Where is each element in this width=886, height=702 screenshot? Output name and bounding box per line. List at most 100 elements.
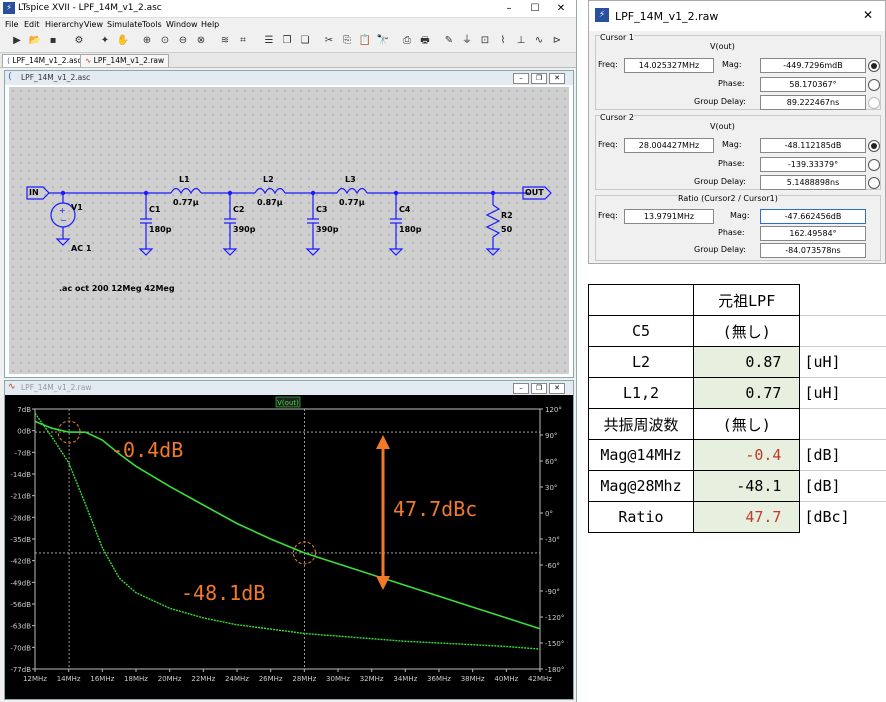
y-tick-label: -7dB <box>15 449 31 457</box>
schematic-canvas[interactable]: + − IN OUT V1 AC 1 L1 0.77μ L2 0.87μ L3 … <box>9 87 569 374</box>
l2-value[interactable]: 0.87μ <box>257 198 283 207</box>
row-value-resonance: (無し) <box>692 408 801 440</box>
cursor2-phase-radio[interactable] <box>868 159 880 171</box>
autorange-icon[interactable]: ≋ <box>218 34 232 48</box>
schematic-close-button[interactable]: ✕ <box>549 73 565 84</box>
l3-value[interactable]: 0.77μ <box>339 198 365 207</box>
ratio-gd-field[interactable]: -84.073578ns <box>760 243 866 258</box>
waveform-close-button[interactable]: ✕ <box>549 383 565 394</box>
cascade-icon[interactable]: ❐ <box>280 34 294 48</box>
cursor1-gd-field[interactable]: 89.222467ns <box>760 95 866 110</box>
menu-hierarchy[interactable]: Hierarchy <box>45 20 84 29</box>
menu-edit[interactable]: Edit <box>24 20 40 29</box>
c3-name[interactable]: C3 <box>316 205 327 214</box>
menu-window[interactable]: Window <box>166 20 198 29</box>
spice-directive[interactable]: .ac oct 200 12Meg 42Meg <box>59 284 175 293</box>
find-icon[interactable]: 🔭 <box>376 34 390 48</box>
cursor-window-close-button[interactable]: ✕ <box>863 8 873 22</box>
c2-name[interactable]: C2 <box>233 205 244 214</box>
ratio-freq-field[interactable]: 13.9791MHz <box>624 209 714 224</box>
minimize-button[interactable]: – <box>496 0 522 17</box>
l3-name[interactable]: L3 <box>345 175 356 184</box>
x-tick-label: 12MHz <box>23 675 47 683</box>
cursor2-mag-radio[interactable] <box>868 140 880 152</box>
y2-tick-label: -60° <box>545 562 560 570</box>
print-icon[interactable]: 🖶 <box>418 34 432 48</box>
run-sim-icon[interactable]: ✦ <box>98 34 112 48</box>
waveform-restore-button[interactable]: ❐ <box>531 383 547 394</box>
label-icon[interactable]: ⊡ <box>478 34 492 48</box>
c3-value[interactable]: 390p <box>316 225 338 234</box>
close-button[interactable]: ✕ <box>548 0 574 17</box>
l1-value[interactable]: 0.77μ <box>173 198 199 207</box>
menu-view[interactable]: View <box>84 20 103 29</box>
pan-icon[interactable]: ✋ <box>116 34 130 48</box>
tab-schematic[interactable]: ⟨ LPF_14M_v1_2.asc <box>2 54 87 67</box>
print-preview-icon[interactable]: ⎙ <box>400 34 414 48</box>
schematic-minimize-button[interactable]: – <box>513 73 529 84</box>
zoom-pan-icon[interactable]: ⊙ <box>158 34 172 48</box>
cut-icon[interactable]: ✂ <box>322 34 336 48</box>
draw-wire-icon[interactable]: ✎ <box>442 34 456 48</box>
r2-name[interactable]: R2 <box>501 211 513 220</box>
c2-value[interactable]: 390p <box>233 225 255 234</box>
diode-icon[interactable]: ⊳ <box>550 34 564 48</box>
cursor2-gd-radio[interactable] <box>868 177 880 189</box>
waveform-minimize-button[interactable]: – <box>513 383 529 394</box>
ratio-phase-label: Phase: <box>718 228 745 237</box>
cursor2-phase-field[interactable]: -139.33379° <box>760 157 866 172</box>
cursor1-freq-field[interactable]: 14.025327MHz <box>624 58 714 73</box>
menu-help[interactable]: Help <box>201 20 219 29</box>
paste-icon[interactable]: 📋 <box>358 34 372 48</box>
cursor2-signal: V(out) <box>710 122 735 131</box>
cursor2-mag-field[interactable]: -48.112185dB <box>760 138 866 153</box>
zoom-out-icon[interactable]: ⊖ <box>176 34 190 48</box>
bode-plot[interactable]: V(out) 12MHz 14MHz 16MHz 18MHz 20MHz 22MHz 24MH… <box>5 395 573 699</box>
cursor1-mag-field[interactable]: -449.7296mdB <box>760 58 866 73</box>
ratio-phase-field[interactable]: 162.49584° <box>760 226 866 241</box>
l1-name[interactable]: L1 <box>179 175 190 184</box>
zoom-fit-icon[interactable]: ⊗ <box>194 34 208 48</box>
cursor1-phase-field[interactable]: 58.170367° <box>760 77 866 92</box>
inductor-icon[interactable]: ∿ <box>532 34 546 48</box>
menu-tools[interactable]: Tools <box>142 20 162 29</box>
resistor-icon[interactable]: ⌇ <box>496 34 510 48</box>
schematic-drawing: + − <box>26 186 552 256</box>
tab-waveform[interactable]: ∿ LPF_14M_v1_2.raw <box>80 54 170 67</box>
tile-h-icon[interactable]: ☰ <box>262 34 276 48</box>
menu-simulate[interactable]: Simulate <box>107 20 142 29</box>
l2-name[interactable]: L2 <box>263 175 274 184</box>
grid-icon[interactable]: ⌗ <box>236 34 250 48</box>
r2-value[interactable]: 50 <box>501 225 512 234</box>
cursor2-gd-field[interactable]: 5.1488898ns <box>760 175 866 190</box>
c1-name[interactable]: C1 <box>149 205 160 214</box>
y-tick-label: -28dB <box>10 514 31 522</box>
v1-name[interactable]: V1 <box>71 203 83 212</box>
ground-icon[interactable]: ⏚ <box>460 34 474 48</box>
cursor2-mag-label: Mag: <box>722 140 742 149</box>
toolbar: ▶ 📂 ▪ ⚙ ✦ ✋ ⊕ ⊙ ⊖ ⊗ ≋ ⌗ ☰ ❐ ❏ ✂ ⎘ 📋 🔭 ⎙ … <box>0 32 576 53</box>
maximize-button[interactable]: ☐ <box>522 0 548 17</box>
save-icon[interactable]: ▪ <box>46 34 60 48</box>
c1-value[interactable]: 180p <box>149 225 171 234</box>
x-tick-label: 38MHz <box>461 675 485 683</box>
cursor1-mag-radio[interactable] <box>868 60 880 72</box>
open-icon[interactable]: 📂 <box>28 34 42 48</box>
zoom-in-icon[interactable]: ⊕ <box>140 34 154 48</box>
run-icon[interactable]: ▶ <box>10 34 24 48</box>
c4-value[interactable]: 180p <box>399 225 421 234</box>
c4-name[interactable]: C4 <box>399 205 410 214</box>
out-port-label: OUT <box>525 188 544 197</box>
menu-file[interactable]: File <box>5 20 18 29</box>
capacitor-icon[interactable]: ⊥ <box>514 34 528 48</box>
tile-v-icon[interactable]: ❏ <box>298 34 312 48</box>
v1-value[interactable]: AC 1 <box>71 244 91 253</box>
cursor1-gd-radio[interactable] <box>868 97 880 109</box>
ratio-mag-field[interactable]: -47.662456dB <box>760 209 866 224</box>
cursor1-phase-radio[interactable] <box>868 79 880 91</box>
cursor2-freq-field[interactable]: 28.004427MHz <box>624 138 714 153</box>
copy-icon[interactable]: ⎘ <box>340 34 354 48</box>
schematic-restore-button[interactable]: ❐ <box>531 73 547 84</box>
y-tick-label: 7dB <box>17 406 31 414</box>
control-panel-icon[interactable]: ⚙ <box>72 34 86 48</box>
